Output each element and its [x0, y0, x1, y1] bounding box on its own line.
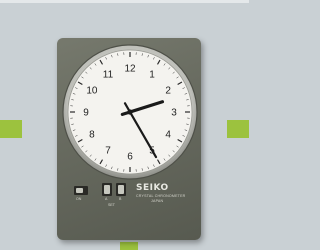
clock-dial: 121234567891011 — [62, 44, 198, 180]
brand-logo-text: SEIKO — [136, 183, 169, 193]
set-caption: SET — [108, 203, 115, 207]
numeral-10: 10 — [86, 86, 98, 97]
power-switch-knob — [76, 188, 83, 193]
power-switch[interactable] — [74, 186, 88, 195]
power-switch-label: ON — [76, 197, 82, 201]
numeral-9: 9 — [83, 108, 89, 119]
numeral-12: 12 — [124, 64, 136, 75]
hand-pivot — [127, 109, 133, 115]
numeral-4: 4 — [165, 130, 171, 141]
numeral-2: 2 — [165, 86, 171, 97]
numeral-8: 8 — [89, 130, 95, 141]
numeral-7: 7 — [105, 146, 111, 157]
set-button-b[interactable] — [116, 183, 126, 196]
set-button-b-cap — [118, 185, 124, 194]
numeral-3: 3 — [171, 108, 177, 119]
numeral-1: 1 — [149, 69, 155, 80]
set-button-a[interactable] — [102, 183, 112, 196]
set-button-a-label: A — [105, 197, 108, 201]
numeral-6: 6 — [127, 152, 133, 163]
set-button-a-cap — [104, 185, 110, 194]
set-button-b-label: B — [119, 197, 122, 201]
numeral-11: 11 — [103, 69, 114, 80]
photo-frame: 121234567891011 ON A B SET SEIKO CRYSTAL… — [0, 0, 249, 250]
model-line: CRYSTAL CHRONOMETER — [136, 194, 186, 198]
origin-line: JAPAN — [151, 199, 164, 203]
